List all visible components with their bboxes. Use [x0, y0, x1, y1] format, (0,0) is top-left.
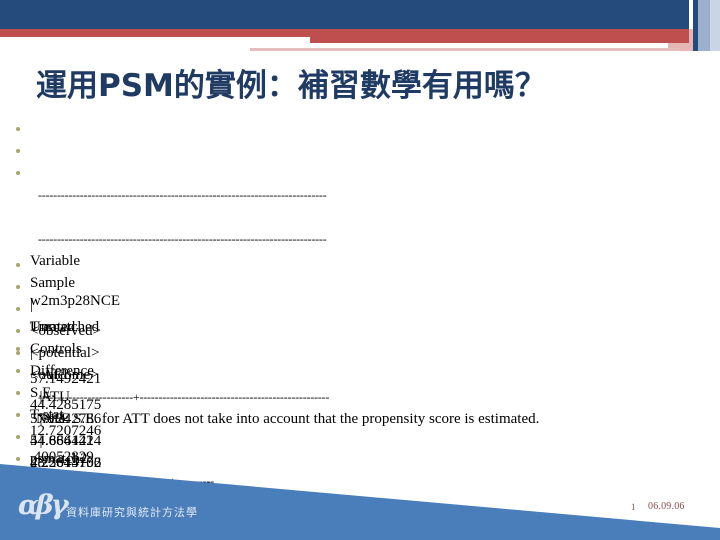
table-row: w2m3p28NCE Unmatched | 57.1492421 44.428…: [0, 184, 720, 491]
org-name: 資料庫研究與統計方法學: [66, 506, 198, 519]
header-pink-tail: [250, 48, 680, 51]
bullet-dot: [16, 391, 20, 395]
header-edge-red-2: [689, 29, 693, 43]
header-navy-band: [0, 0, 684, 29]
table-row: ATT | 57.1242786 54.866121 2.25815756 .4…: [0, 254, 720, 515]
rule-top-2: -------------+----------------------+---…: [0, 404, 460, 488]
bullet-dot: [16, 127, 20, 131]
bullet-dot: [16, 329, 20, 333]
page-title: 運用PSM的實例：補習數學有用嗎？: [36, 68, 546, 104]
header-edge-red-3: [684, 43, 693, 51]
psmatch-header-2: Treatment | support: [0, 360, 460, 533]
slide-date: 06.09.06: [648, 501, 685, 512]
bullet-dot: [16, 369, 20, 373]
rule-top-1: ----------------------------------------…: [0, 118, 720, 202]
bullet-dot: [16, 413, 20, 417]
header-edge-light-2: [710, 0, 720, 51]
table-row: Treated | 7 4,708 | 4,715: [0, 448, 460, 470]
psmatch-header-1: psmatch2: | psmatch2: Common: [0, 338, 460, 511]
table-header-row: Variable Sample | Treated Controls Diffe…: [0, 140, 720, 423]
bullet-dot: [16, 457, 20, 461]
bullet-dot: [16, 347, 20, 351]
rule-bottom-2: -------------+----------------------+---…: [0, 470, 460, 492]
stata-output-block-2: psmatch2: | psmatch2: Common Treatment |…: [0, 338, 460, 540]
rule-mid-1: ----------------------------------------…: [0, 162, 720, 246]
header-red-accent: [310, 29, 684, 37]
bullet-dot: [16, 435, 20, 439]
bullet-dot: [16, 171, 20, 175]
psmatch-header-3: assignment | Off suppo On suppor | Total: [0, 382, 460, 540]
table-row: Untreated | 61 5,263 | 5,324: [0, 426, 460, 540]
bullet-dot: [16, 285, 20, 289]
table-row: ATU | 44.6844424 48.2644102 3.57996779: [0, 276, 720, 493]
stata-output-block-1: ----------------------------------------…: [0, 118, 720, 515]
table-row: ATE | 2.95584959: [0, 298, 720, 493]
slide-canvas: 運用PSM的實例：補習數學有用嗎？ ----------------------…: [0, 0, 720, 540]
org-logo: αβγ: [18, 490, 69, 521]
subheader-row: <observed> <potential> <outcome>: [0, 232, 720, 383]
page-number: 1: [631, 502, 636, 512]
bullet-dot: [16, 149, 20, 153]
bullet-dot: [16, 479, 20, 483]
header-edge-light-1: [698, 0, 710, 51]
bullet-dot: [16, 263, 20, 267]
header-pink-cut: [0, 43, 250, 51]
bullet-dot: [16, 307, 20, 311]
